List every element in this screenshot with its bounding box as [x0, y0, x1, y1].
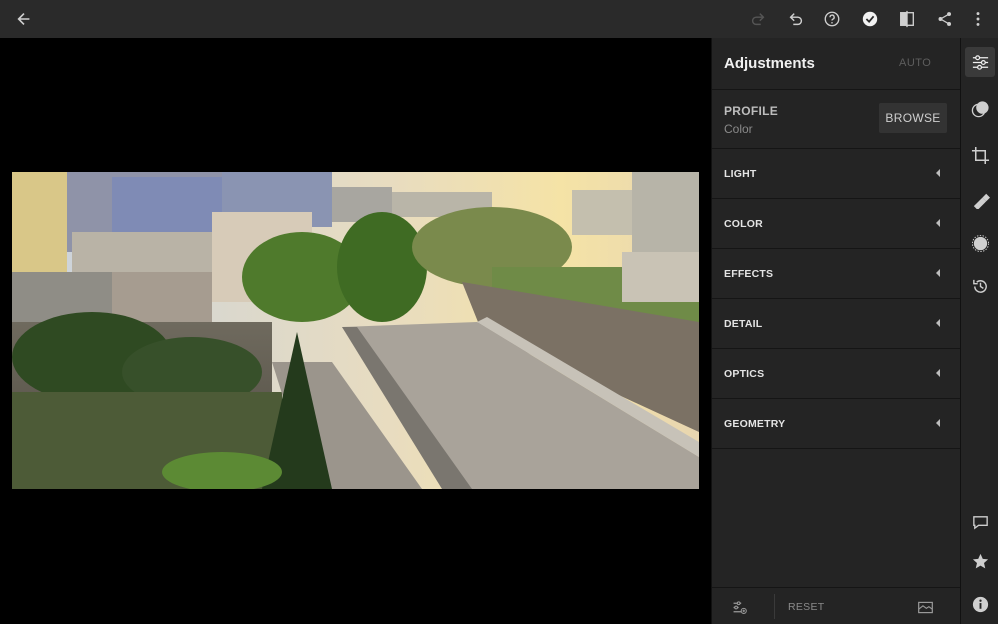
adjustments-panel: Adjustments AUTO PROFILE Color BROWSE LI…	[711, 38, 961, 624]
caret-left-icon	[936, 269, 940, 277]
reset-button[interactable]: RESET	[788, 601, 825, 613]
section-label: DETAIL	[724, 318, 763, 330]
caret-left-icon	[936, 169, 940, 177]
footer-divider	[774, 594, 775, 619]
section-detail[interactable]: DETAIL	[712, 299, 960, 349]
share-icon[interactable]	[935, 9, 955, 29]
caret-left-icon	[936, 319, 940, 327]
copy-settings-icon[interactable]	[729, 597, 749, 617]
image-canvas[interactable]	[0, 38, 711, 624]
comment-icon[interactable]	[965, 507, 995, 537]
section-label: GEOMETRY	[724, 418, 786, 430]
panel-title: Adjustments	[724, 55, 815, 72]
tool-rail	[960, 38, 998, 624]
more-vertical-icon[interactable]	[968, 9, 988, 29]
profile-value: Color	[724, 122, 753, 136]
help-icon[interactable]	[822, 9, 842, 29]
auto-button[interactable]: AUTO	[899, 57, 931, 69]
before-after-icon[interactable]	[915, 597, 935, 617]
section-optics[interactable]: OPTICS	[712, 349, 960, 399]
info-icon[interactable]	[965, 589, 995, 619]
undo-icon[interactable]	[786, 9, 806, 29]
browse-button[interactable]: BROWSE	[879, 103, 947, 133]
star-icon[interactable]	[965, 546, 995, 576]
adjustments-icon[interactable]	[965, 47, 995, 77]
back-arrow-icon[interactable]	[14, 9, 34, 29]
crop-icon[interactable]	[965, 140, 995, 170]
section-label: COLOR	[724, 218, 763, 230]
masking-icon[interactable]	[965, 228, 995, 258]
caret-left-icon	[936, 219, 940, 227]
section-label: EFFECTS	[724, 268, 774, 280]
healing-icon[interactable]	[965, 184, 995, 214]
edited-photo	[12, 172, 699, 489]
section-light[interactable]: LIGHT	[712, 149, 960, 199]
caret-left-icon	[936, 419, 940, 427]
section-geometry[interactable]: GEOMETRY	[712, 399, 960, 449]
profile-label: PROFILE	[724, 104, 779, 118]
done-check-icon[interactable]	[860, 9, 880, 29]
panel-header: Adjustments AUTO	[712, 38, 960, 90]
compare-icon[interactable]	[897, 9, 917, 29]
presets-icon[interactable]	[965, 94, 995, 124]
caret-left-icon	[936, 369, 940, 377]
section-label: LIGHT	[724, 168, 757, 180]
panel-footer: RESET	[712, 587, 961, 624]
section-label: OPTICS	[724, 368, 765, 380]
section-color[interactable]: COLOR	[712, 199, 960, 249]
history-icon[interactable]	[965, 271, 995, 301]
profile-row: PROFILE Color BROWSE	[712, 90, 960, 149]
section-effects[interactable]: EFFECTS	[712, 249, 960, 299]
redo-icon[interactable]	[748, 9, 768, 29]
top-toolbar	[0, 0, 998, 38]
